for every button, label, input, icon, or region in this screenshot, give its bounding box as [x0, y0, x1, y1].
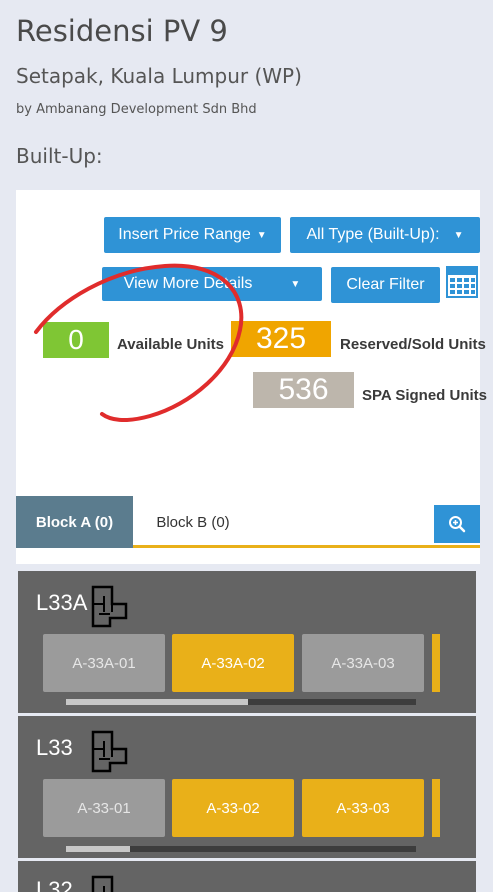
- unit-cell[interactable]: A-33A-01: [43, 634, 165, 692]
- block-tabs: Block A (0) Block B (0): [16, 496, 480, 548]
- floor-plan-icon[interactable]: [90, 874, 130, 892]
- floor-list: L33A A-33A-01 A-33A-02 A-33A-03 L33 A-33…: [16, 570, 480, 892]
- unit-cell[interactable]: A-33A-03: [302, 634, 424, 692]
- unit-label: A-33A-03: [331, 654, 395, 672]
- unit-cell-partial[interactable]: [432, 634, 440, 692]
- unit-label: A-33A-02: [201, 654, 265, 672]
- scroll-thumb[interactable]: [66, 699, 248, 705]
- floor-row: L33 A-33-01 A-33-02 A-33-03: [18, 716, 476, 858]
- tab-block-a[interactable]: Block A (0): [16, 496, 133, 548]
- unit-cell[interactable]: A-33A-02: [172, 634, 294, 692]
- unit-label: A-33-03: [336, 799, 390, 817]
- zoom-in-button[interactable]: [434, 505, 480, 543]
- floor-row: L32: [18, 861, 476, 892]
- tab-block-b[interactable]: Block B (0): [133, 496, 253, 548]
- unit-cell[interactable]: A-33-01: [43, 779, 165, 837]
- unit-cell[interactable]: A-33-02: [172, 779, 294, 837]
- unit-label: A-33-02: [206, 799, 260, 817]
- unit-label: A-33A-01: [72, 654, 136, 672]
- zoom-in-icon: [449, 516, 466, 533]
- floor-label: L33A: [36, 590, 88, 615]
- floor-label: L33: [36, 735, 73, 760]
- floor-plan-icon[interactable]: [90, 729, 130, 775]
- unit-label: A-33-01: [77, 799, 131, 817]
- floor-row: L33A A-33A-01 A-33A-02 A-33A-03: [18, 571, 476, 713]
- unit-cell[interactable]: A-33-03: [302, 779, 424, 837]
- unit-cell-partial[interactable]: [432, 779, 440, 837]
- floor-plan-icon[interactable]: [90, 584, 130, 630]
- scroll-thumb[interactable]: [66, 846, 130, 852]
- floor-label: L32: [36, 877, 73, 892]
